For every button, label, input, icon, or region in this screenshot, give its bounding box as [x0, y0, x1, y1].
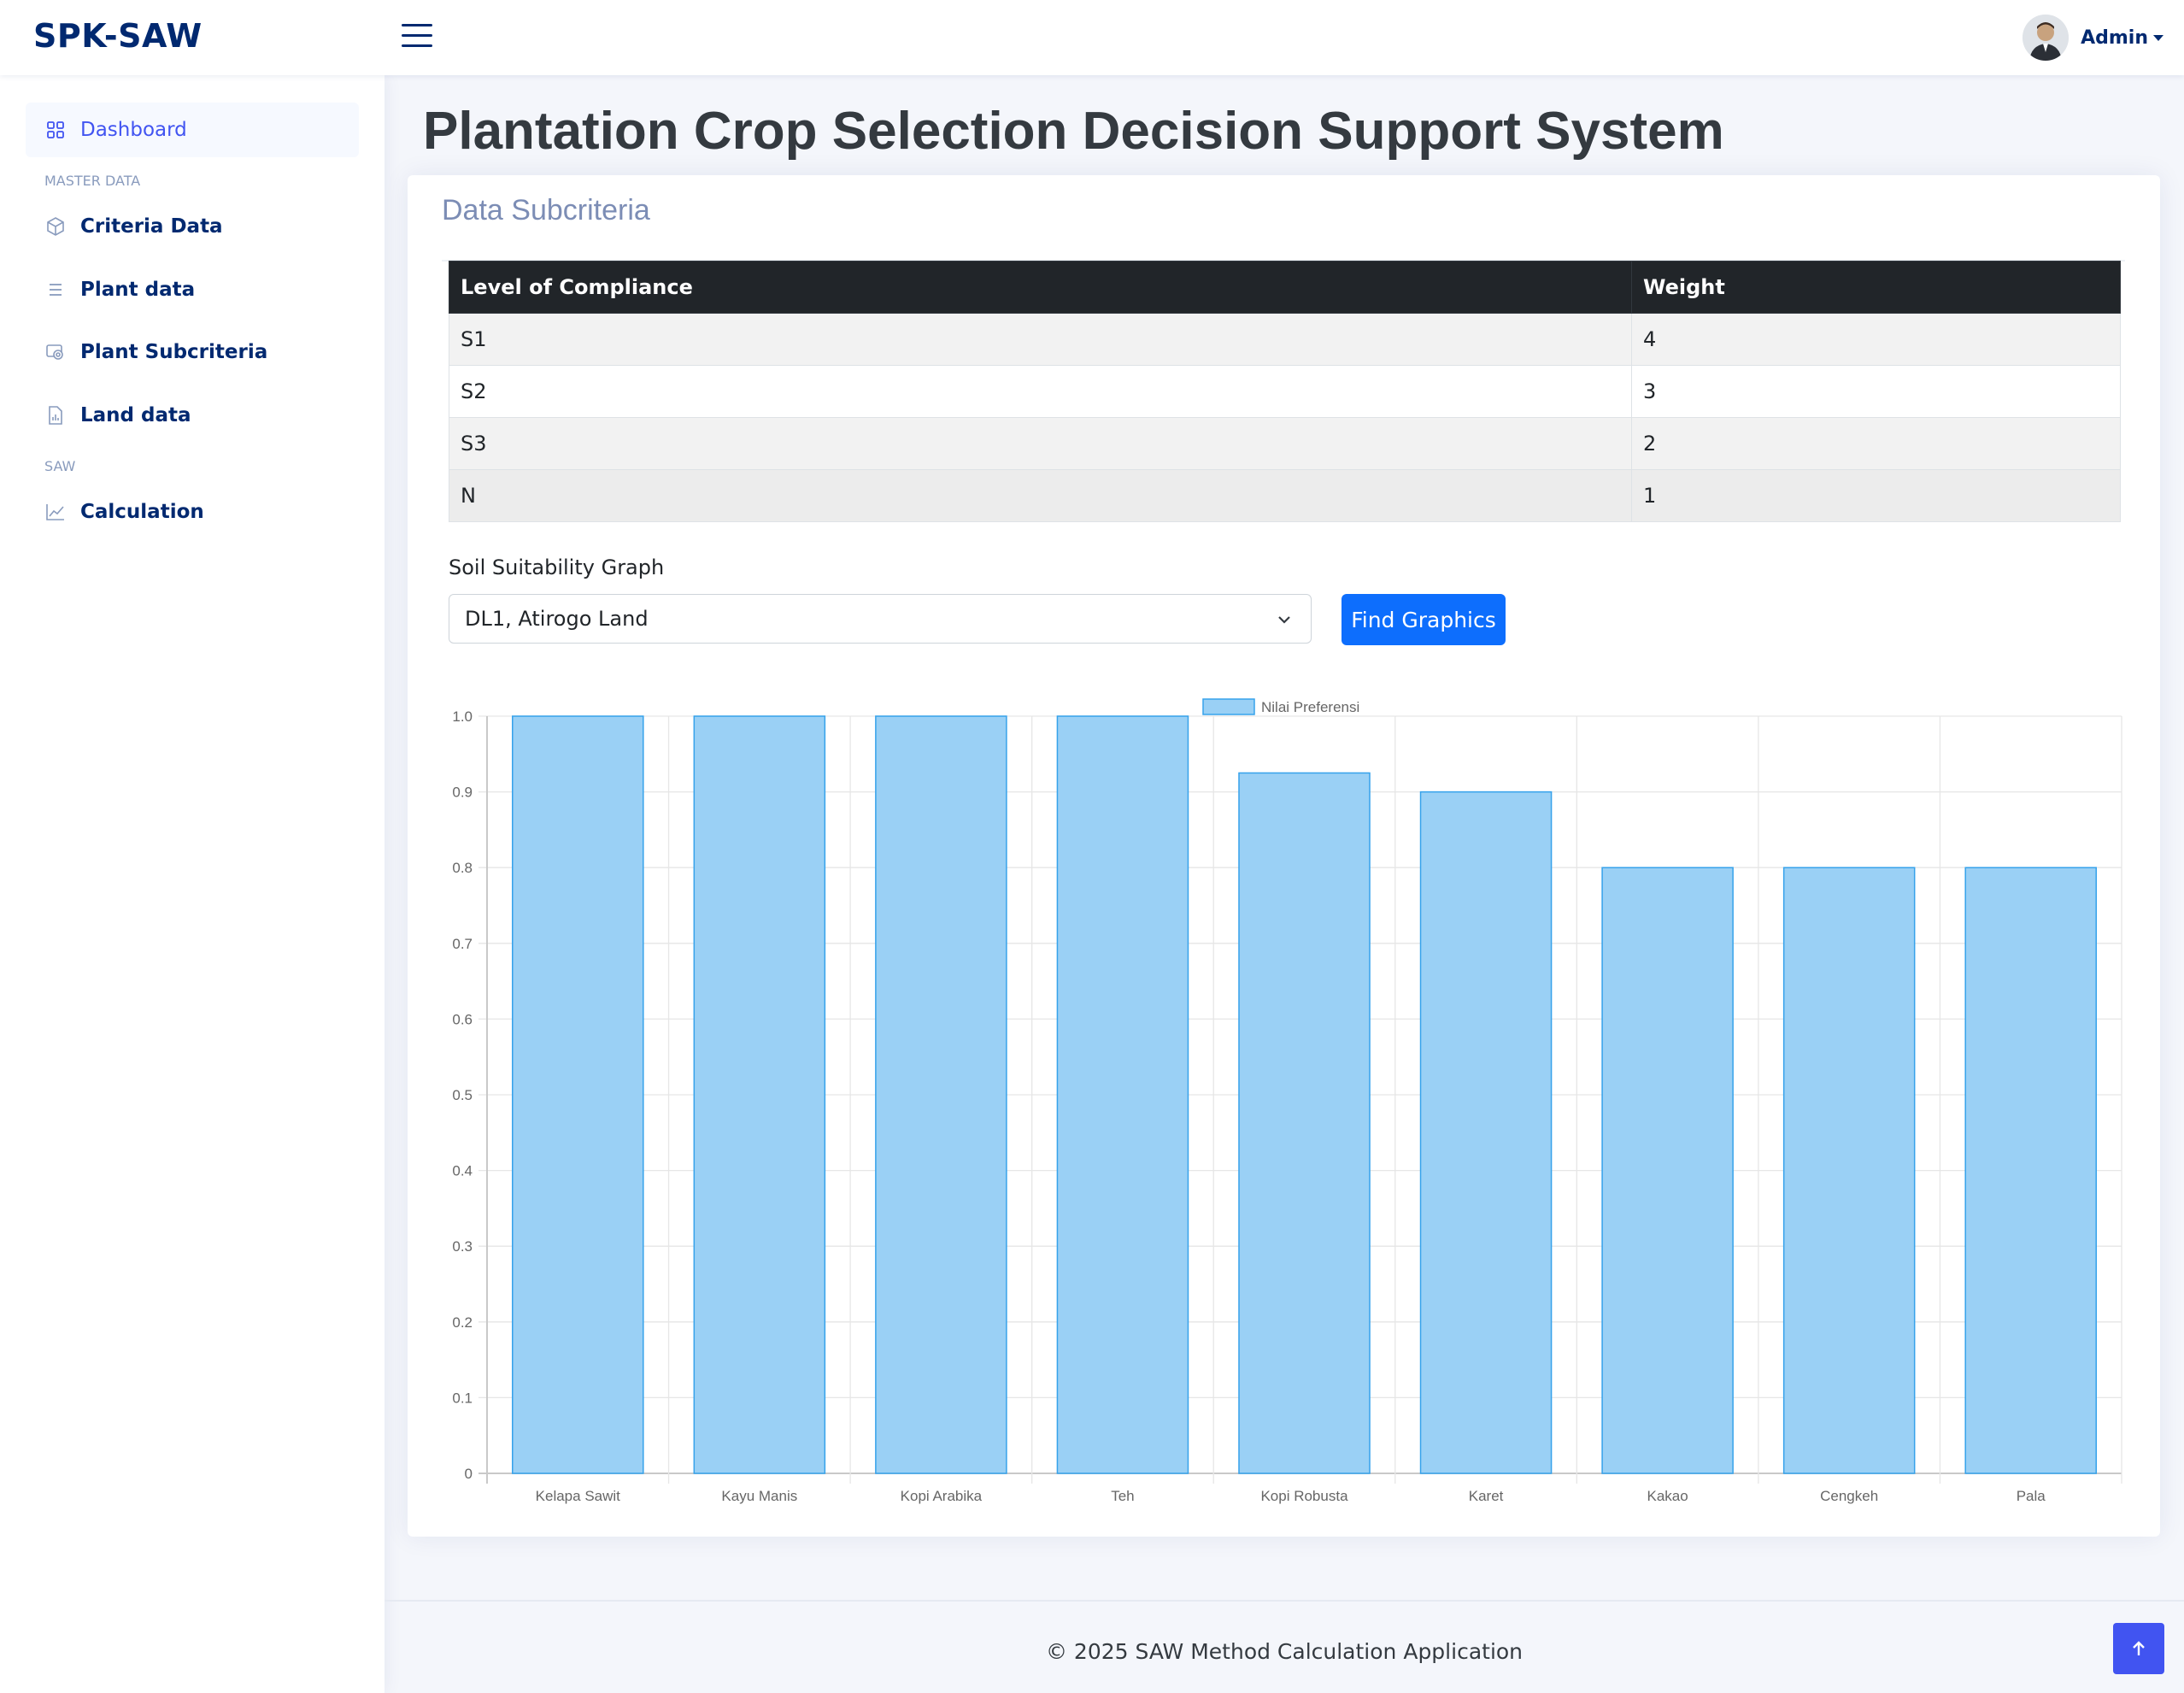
land-select[interactable]: DL1, Atirogo Land: [449, 594, 1312, 644]
table-cell: S3: [449, 417, 1632, 470]
list-icon: [44, 279, 67, 301]
x-tick-label: Kelapa Sawit: [536, 1488, 621, 1504]
app-logo[interactable]: SPK-SAW: [33, 17, 203, 55]
grid-icon: [44, 119, 67, 141]
caret-down-icon: [2153, 34, 2163, 41]
y-tick-label: 0: [465, 1466, 473, 1482]
table-row: S2 3: [449, 365, 2121, 418]
profile-dropdown[interactable]: Admin: [2023, 15, 2163, 61]
table-row: S3 2: [449, 417, 2121, 470]
column-header: Level of Compliance: [449, 261, 1632, 314]
sidebar-item-label: Plant data: [80, 279, 196, 301]
table-cell: N: [449, 469, 1632, 522]
table-row: S1 4: [449, 313, 2121, 366]
arrow-up-icon: [2133, 1641, 2145, 1655]
cube-icon: [44, 215, 67, 238]
sidebar-item-label: Dashboard: [80, 119, 187, 141]
y-tick-label: 0.5: [452, 1087, 473, 1103]
bar: [1056, 715, 1189, 1474]
x-tick-label: Pala: [2017, 1488, 2046, 1504]
table-row: N 1: [449, 469, 2121, 522]
graph-label: Soil Suitability Graph: [449, 556, 665, 579]
bar: [875, 715, 1007, 1474]
y-tick-label: 0.9: [452, 785, 473, 801]
sidebar-item-plant-data[interactable]: Plant data: [26, 262, 359, 317]
x-tick-label: Teh: [1111, 1488, 1134, 1504]
y-tick-label: 0.6: [452, 1011, 473, 1027]
card-icon: [44, 341, 67, 363]
sidebar-item-land-data[interactable]: Land data: [26, 388, 359, 443]
y-tick-label: 0.3: [452, 1238, 473, 1255]
nav-heading-saw: SAW: [44, 458, 76, 474]
table-cell: 2: [1631, 417, 2121, 470]
bar: [1601, 867, 1734, 1474]
sidebar-item-label: Criteria Data: [80, 215, 223, 238]
sidebar-item-plant-subcriteria[interactable]: Plant Subcriteria: [26, 325, 359, 379]
chevron-down-icon: [1275, 610, 1294, 634]
x-tick-label: Kopi Robusta: [1260, 1488, 1348, 1504]
chart-svg: 0 0.1 0.2 0.3 0.4 0.5 0.6 0.7 0.8 0.9 1.0 Kelapa Sa…: [452, 698, 2122, 1504]
y-tick-label: 0.8: [452, 860, 473, 876]
sidebar-item-dashboard[interactable]: Dashboard: [26, 103, 359, 157]
legend-label: Nilai Preferensi: [1261, 699, 1359, 715]
sidebar: Dashboard MASTER DATA Criteria Data Plan…: [0, 75, 385, 1693]
y-tick-label: 0.2: [452, 1314, 473, 1331]
back-to-top-button[interactable]: [2113, 1623, 2164, 1674]
nav-heading-master-data: MASTER DATA: [44, 173, 141, 189]
bar: [1238, 772, 1371, 1474]
y-tick-label: 0.1: [452, 1390, 473, 1406]
sidebar-item-label: Plant Subcriteria: [80, 341, 268, 363]
sidebar-item-criteria-data[interactable]: Criteria Data: [26, 199, 359, 254]
card-title: Data Subcriteria: [442, 194, 650, 226]
column-header: Weight: [1631, 261, 2121, 314]
table-cell: 4: [1631, 313, 2121, 366]
table-cell: 1: [1631, 469, 2121, 522]
file-chart-icon: [44, 404, 67, 426]
x-tick-label: Cengkeh: [1820, 1488, 1878, 1504]
page-title: Plantation Crop Selection Decision Suppo…: [423, 102, 1724, 161]
menu-toggle-icon[interactable]: [402, 24, 432, 50]
x-tick-label: Kakao: [1647, 1488, 1688, 1504]
bar: [1419, 791, 1553, 1474]
land-select-value: DL1, Atirogo Land: [465, 607, 649, 631]
profile-name: Admin: [2081, 26, 2148, 49]
y-tick-label: 1.0: [452, 708, 473, 725]
y-tick-label: 0.7: [452, 936, 473, 952]
table-cell: S2: [449, 365, 1632, 418]
x-tick-label: Karet: [1469, 1488, 1504, 1504]
line-chart-icon: [44, 501, 67, 523]
sidebar-item-label: Land data: [80, 404, 191, 426]
bar: [1964, 867, 2097, 1474]
bar: [512, 715, 644, 1474]
soil-suitability-chart: 0 0.1 0.2 0.3 0.4 0.5 0.6 0.7 0.8 0.9 1.0 Kelapa Sa…: [408, 667, 2160, 1521]
find-graphics-button[interactable]: Find Graphics: [1342, 594, 1506, 645]
legend-swatch: [1202, 698, 1255, 715]
sidebar-item-label: Calculation: [80, 501, 204, 523]
avatar: [2023, 15, 2070, 61]
bar: [1782, 867, 1916, 1474]
footer-divider: [385, 1600, 2184, 1602]
sidebar-item-calculation[interactable]: Calculation: [26, 485, 359, 539]
table-header-row: Level of Compliance Weight: [449, 261, 2121, 314]
x-tick-label: Kopi Arabika: [901, 1488, 983, 1504]
table-cell: S1: [449, 313, 1632, 366]
x-tick-label: Kayu Manis: [721, 1488, 797, 1504]
footer-text: © 2025 SAW Method Calculation Applicatio…: [1045, 1639, 1524, 1664]
subcriteria-table: Level of Compliance Weight S1 4 S2 3 S3 …: [449, 261, 2121, 522]
y-tick-label: 0.4: [452, 1163, 473, 1179]
bar: [693, 715, 826, 1474]
table-cell: 3: [1631, 365, 2121, 418]
subcriteria-card: Data Subcriteria Level of Compliance Wei…: [408, 175, 2160, 1537]
top-bar: SPK-SAW Admin: [0, 0, 2184, 75]
